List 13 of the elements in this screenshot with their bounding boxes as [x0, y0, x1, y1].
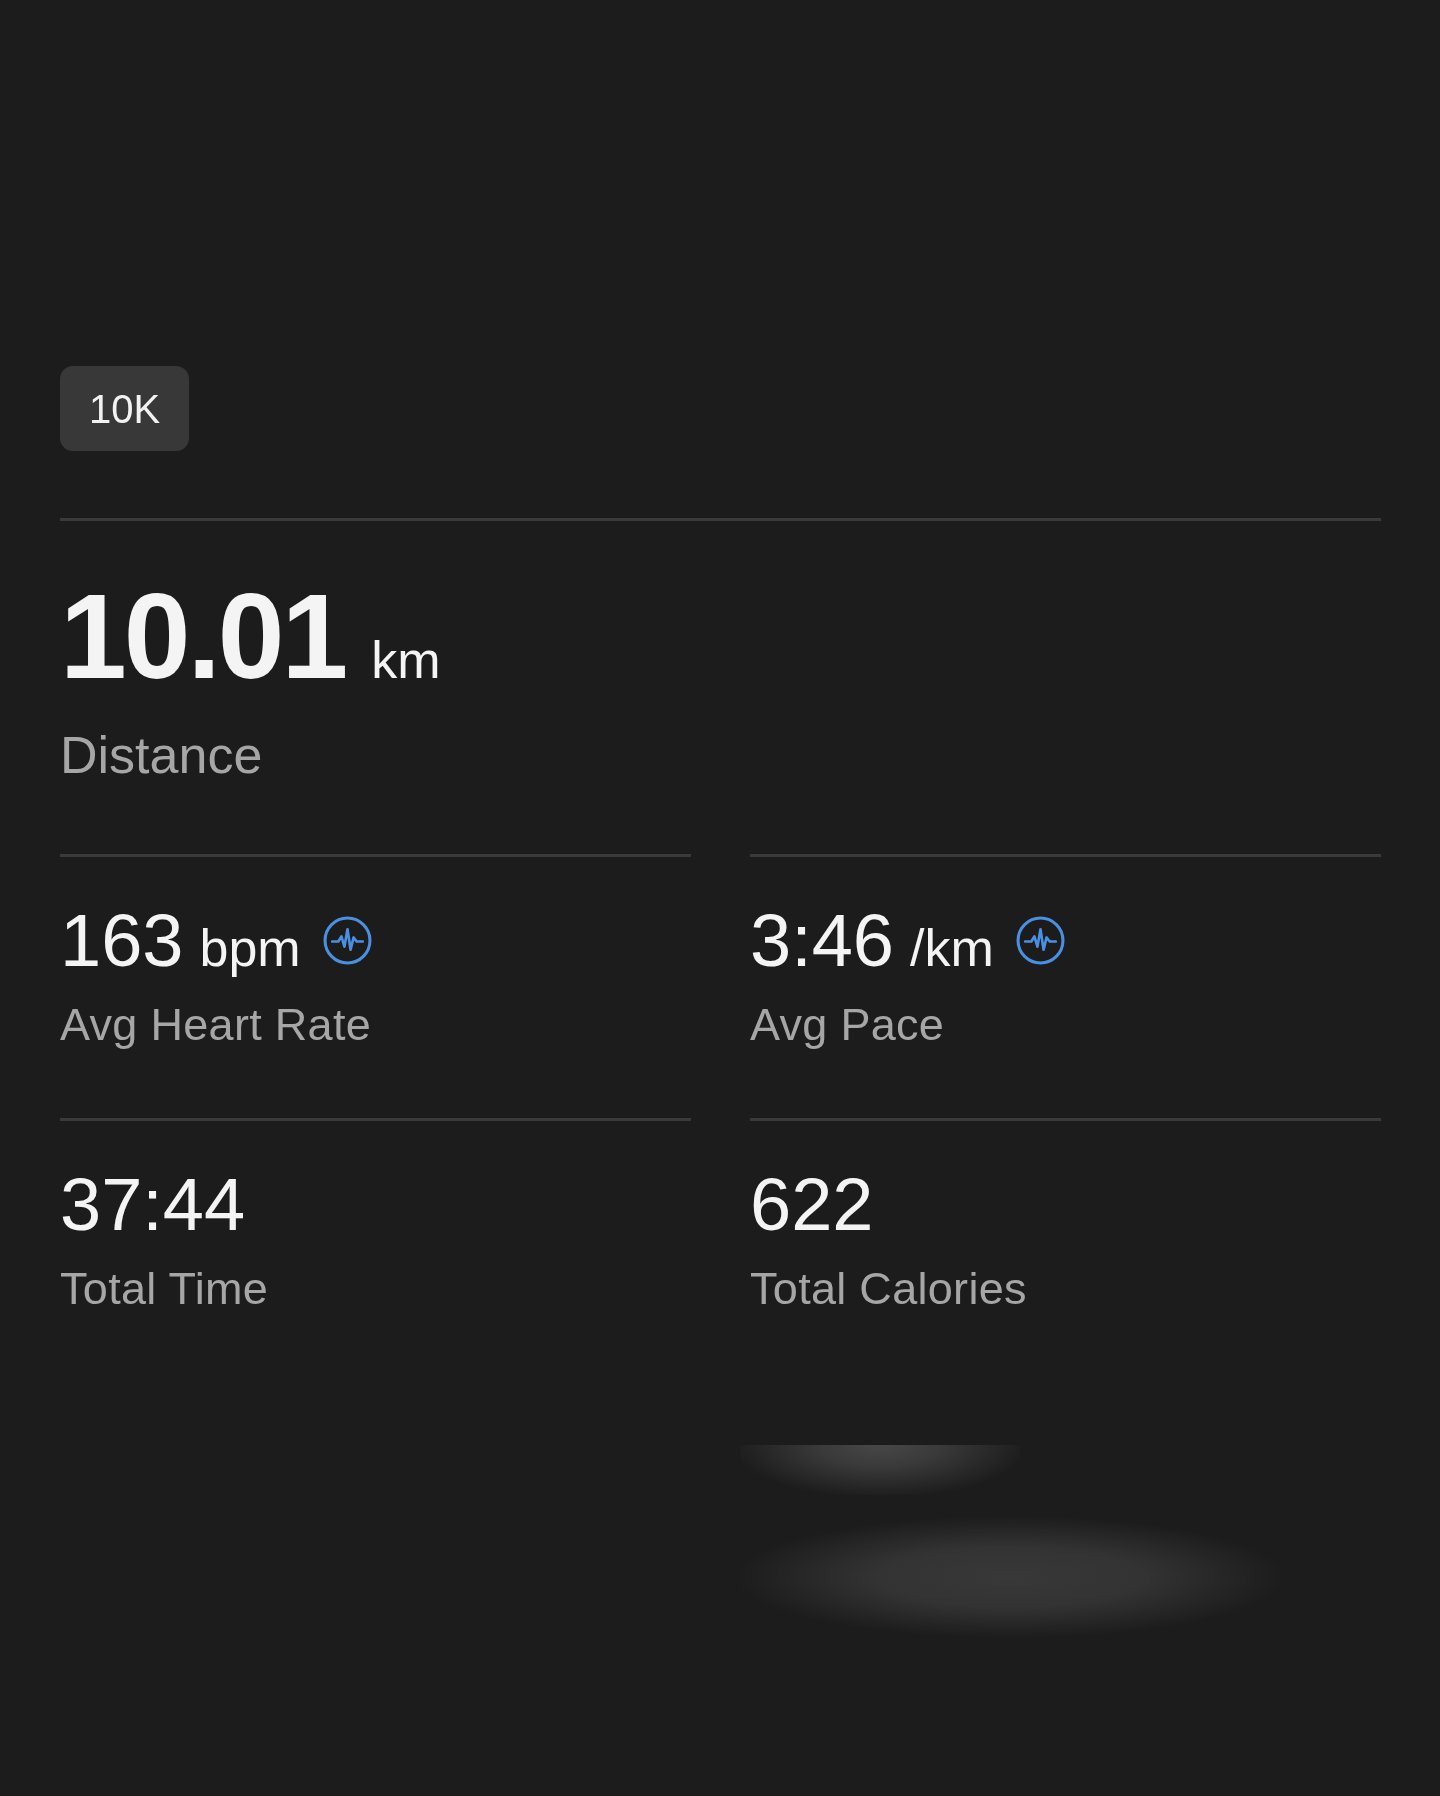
distance-label: Distance	[60, 729, 263, 781]
stat-label: Avg Pace	[750, 1002, 945, 1047]
distance-unit: km	[371, 634, 441, 686]
distance-tag[interactable]: 10K	[60, 366, 189, 451]
stat-label: Avg Heart Rate	[60, 1002, 372, 1047]
stat-value: 3:46	[750, 904, 895, 978]
stat-label: Total Time	[60, 1266, 269, 1311]
stat-unit: /km	[910, 922, 994, 974]
stat-label: Total Calories	[750, 1266, 1027, 1311]
stat-value: 163	[60, 904, 184, 978]
stat-value: 37:44	[60, 1168, 246, 1242]
stat-value: 622	[750, 1168, 874, 1242]
distance-value: 10.01	[60, 576, 346, 696]
